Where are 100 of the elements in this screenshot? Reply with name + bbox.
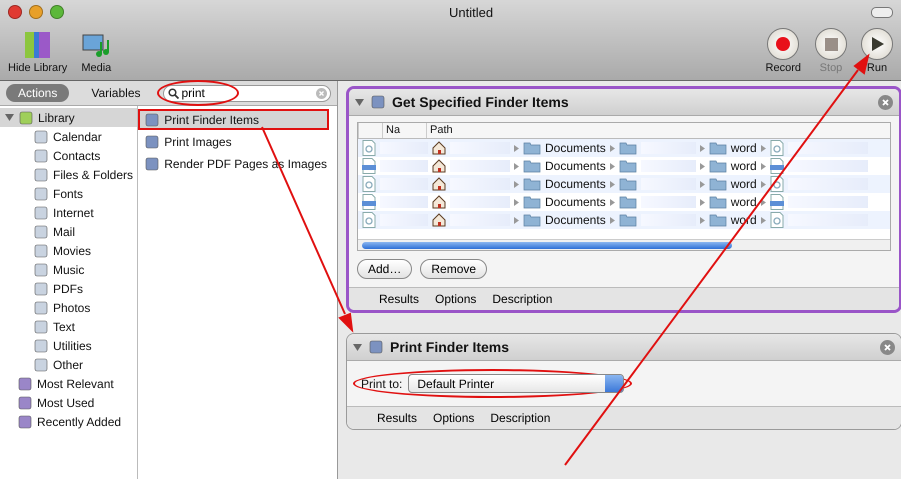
path-separator-icon (610, 162, 615, 170)
path-separator-icon (610, 198, 615, 206)
panel-tab[interactable]: Results (379, 292, 420, 306)
toolbar-button[interactable]: Media (81, 30, 112, 74)
category-item[interactable]: Mail (0, 222, 138, 241)
documents-folder-icon (523, 177, 541, 191)
library-tab[interactable]: Actions (6, 84, 70, 102)
folder-icon (618, 177, 637, 191)
stop-icon (824, 38, 838, 50)
category-icon (34, 282, 48, 296)
path-separator-icon (700, 198, 705, 206)
close-window-button[interactable] (8, 5, 22, 19)
path-separator-icon (700, 216, 705, 224)
category-icon (34, 244, 48, 258)
library-tab[interactable]: Variables (79, 84, 152, 102)
path-separator-icon (514, 162, 519, 170)
folder-icon (708, 213, 727, 227)
category-item[interactable]: Calendar (0, 127, 138, 146)
finder-icon (371, 95, 385, 109)
path-separator-icon (610, 216, 615, 224)
smart-group-item[interactable]: Recently Added (0, 412, 138, 431)
folder-name: Documents (545, 195, 606, 209)
action-item[interactable]: Print Finder Items (138, 109, 329, 130)
path-separator-icon (760, 180, 766, 188)
close-icon[interactable] (880, 340, 895, 354)
category-item[interactable]: Photos (0, 298, 138, 317)
category-item[interactable]: Internet (0, 203, 138, 222)
search-field[interactable]: print (162, 84, 331, 102)
text-file-icon (362, 212, 376, 228)
path-separator-icon (700, 162, 705, 170)
smart-group-item[interactable]: Most Used (0, 393, 138, 412)
category-item[interactable]: Utilities (0, 336, 138, 355)
horizontal-scrollbar[interactable] (362, 242, 732, 248)
panel-button[interactable]: Remove (420, 259, 488, 279)
library-item[interactable]: Library (0, 108, 138, 127)
category-item[interactable]: Fonts (0, 184, 138, 203)
category-item[interactable]: Contacts (0, 146, 138, 165)
pill-button[interactable] (871, 6, 894, 18)
printer-popup[interactable]: Default Printer (408, 374, 624, 393)
folder-icon (618, 159, 637, 173)
folder-name: Documents (545, 159, 606, 173)
text-file-icon (770, 212, 784, 228)
disclosure-triangle-icon[interactable] (5, 113, 14, 122)
panel-tab[interactable]: Results (377, 411, 418, 425)
finder-icon (369, 340, 383, 354)
folder-icon (18, 396, 32, 410)
path-separator-icon (514, 198, 519, 206)
panel-tab[interactable]: Description (492, 292, 552, 306)
search-icon (168, 88, 178, 98)
documents-folder-icon (523, 159, 541, 173)
category-item[interactable]: Text (0, 317, 138, 336)
close-icon[interactable] (878, 94, 893, 110)
folder-name: Documents (545, 177, 606, 191)
category-icon (34, 338, 48, 352)
category-icon (34, 262, 48, 276)
folder-name: Documents (545, 213, 606, 227)
file-row[interactable]: Documents word (358, 175, 890, 193)
category-item[interactable]: Music (0, 260, 138, 279)
folder-icon (618, 195, 637, 209)
path-separator-icon (514, 180, 519, 188)
action-title: Get Specified Finder Items (392, 94, 570, 110)
documents-folder-icon (523, 213, 541, 227)
path-separator-icon (700, 180, 705, 188)
folder-name: word (730, 159, 757, 173)
category-item[interactable]: PDFs (0, 279, 138, 298)
panel-tab[interactable]: Options (433, 411, 474, 425)
category-icon (34, 186, 48, 200)
folder-name: word (730, 141, 757, 155)
category-item[interactable]: Other (0, 355, 138, 374)
category-icon (34, 320, 48, 334)
docx-file-icon (362, 194, 376, 210)
category-item[interactable]: Files & Folders (0, 165, 138, 184)
library-icon (19, 110, 33, 124)
path-separator-icon (760, 216, 766, 224)
house-icon (432, 159, 446, 173)
smart-group-item[interactable]: Most Relevant (0, 374, 138, 393)
panel-tab[interactable]: Description (490, 411, 550, 425)
action-item[interactable]: Print Images (138, 131, 329, 152)
field-label: Print to: (361, 376, 402, 390)
panel-tab[interactable]: Options (435, 292, 476, 306)
folder-icon (708, 159, 727, 173)
record-icon (776, 37, 790, 51)
minimize-button[interactable] (29, 5, 43, 19)
house-icon (432, 177, 446, 191)
folder-icon (18, 376, 32, 390)
disclosure-triangle-icon[interactable] (355, 98, 364, 106)
category-icon (34, 168, 48, 182)
category-icon (34, 130, 48, 144)
file-row[interactable]: Documents word (358, 139, 890, 157)
column-header[interactable]: Na (382, 123, 426, 138)
category-icon (34, 148, 48, 162)
category-icon (34, 206, 48, 220)
docx-file-icon (770, 158, 784, 174)
zoom-button[interactable] (50, 5, 64, 19)
category-item[interactable]: Movies (0, 241, 138, 260)
panel-button[interactable]: Add… (357, 259, 412, 279)
house-icon (432, 141, 446, 155)
disclosure-triangle-icon[interactable] (353, 342, 362, 352)
toolbar-button[interactable]: Hide Library (8, 30, 68, 74)
path-separator-icon (514, 144, 519, 152)
